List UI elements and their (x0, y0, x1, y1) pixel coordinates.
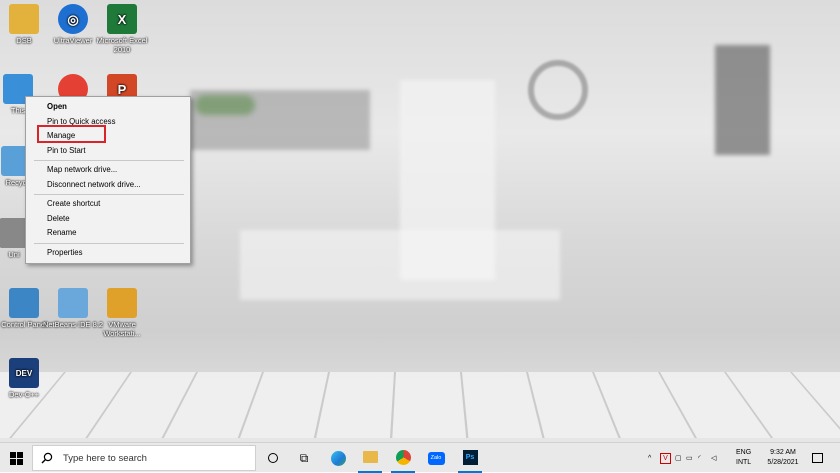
task-view-button[interactable]: ⧉ (293, 443, 315, 473)
tray-wifi[interactable]: ◜ (698, 443, 701, 473)
menu-separator (34, 242, 184, 244)
desktop-icon-label: Recyc (5, 178, 27, 187)
chrome-button[interactable] (391, 443, 415, 473)
desktop-icon-devcpp[interactable]: DEV Dev-C++ (0, 358, 56, 399)
tray-battery[interactable]: ▭ (686, 443, 693, 473)
menu-item-open[interactable]: Open (26, 100, 190, 115)
devcpp-icon: DEV (9, 358, 39, 388)
clock-time: 9:32 AM (770, 449, 796, 456)
task-view-icon: ⧉ (299, 450, 309, 465)
tray-chevron[interactable]: ^ (648, 443, 651, 473)
menu-item-map-network-drive[interactable]: Map network drive... (26, 163, 190, 178)
search-placeholder: Type here to search (63, 452, 147, 464)
menu-item-create-shortcut[interactable]: Create shortcut (26, 197, 190, 212)
control-panel-icon (9, 288, 39, 318)
chevron-up-icon: ^ (648, 454, 652, 462)
language-indicator[interactable]: ENG INTL (736, 443, 751, 473)
tray-volume[interactable]: ◁ (711, 443, 716, 473)
desktop-icon-label: Uni (8, 250, 20, 259)
desktop-icon-label: Control Panel (1, 320, 47, 329)
desktop-icon-label: VMware Workstati... (103, 320, 141, 338)
context-menu: Open Pin to Quick access Manage Pin to Star… (25, 96, 191, 264)
windows-icon (9, 451, 23, 465)
chrome-icon (395, 449, 411, 465)
manage-highlight-box (37, 125, 106, 143)
folder-icon (362, 451, 378, 463)
wifi-icon: ◜ (698, 455, 701, 462)
edge-icon (330, 450, 346, 466)
photoshop-button[interactable]: Ps (458, 443, 482, 473)
notifications-button[interactable] (812, 443, 823, 473)
desktop-icon-label: This (10, 106, 26, 115)
cortana-button[interactable] (262, 443, 284, 473)
clock-date: 5/28/2021 (767, 459, 799, 466)
file-explorer-button[interactable] (358, 443, 382, 473)
floor (0, 372, 840, 439)
menu-separator (34, 194, 184, 195)
tray-v-app[interactable]: V (660, 443, 671, 473)
zalo-icon: Zalo (427, 451, 445, 465)
zalo-button[interactable]: Zalo (424, 443, 448, 473)
start-button[interactable] (0, 443, 32, 473)
lang-code: ENG (736, 449, 752, 456)
v-app-icon: V (660, 452, 671, 464)
desktop-icon-label: UltraViewer (53, 36, 93, 45)
menu-separator (34, 160, 184, 161)
desktop-icon-vmware[interactable]: VMware Workstati... (90, 288, 154, 338)
notification-icon (812, 453, 823, 463)
excel-icon: X (107, 4, 137, 34)
search-icon (41, 452, 53, 464)
battery-icon: ▭ (686, 455, 693, 462)
menu-item-rename[interactable]: Rename (26, 226, 190, 241)
desktop-icon-label: DSB (16, 36, 32, 45)
layout-code: INTL (736, 459, 752, 466)
menu-item-properties[interactable]: Properties (26, 246, 190, 261)
vmware-icon (107, 288, 137, 318)
volume-icon: ◁ (711, 455, 717, 462)
menu-item-disconnect-network-drive[interactable]: Disconnect network drive... (26, 178, 190, 193)
desktop-icon-label: Microsoft Excel 2010 (96, 36, 148, 54)
desktop-icon-label: Dev-C++ (8, 390, 39, 399)
cortana-icon (268, 453, 278, 463)
menu-item-delete[interactable]: Delete (26, 212, 190, 227)
device-icon: ▢ (675, 455, 682, 462)
photoshop-icon: Ps (462, 449, 478, 465)
desktop-icon-excel[interactable]: X Microsoft Excel 2010 (90, 4, 154, 54)
taskbar: Type here to search ⧉ Zalo Ps ^ V ▢ ▭ ◜ … (0, 442, 840, 473)
edge-button[interactable] (326, 443, 350, 473)
search-box[interactable]: Type here to search (32, 445, 256, 471)
clock[interactable]: 9:32 AM 5/28/2021 (762, 443, 804, 473)
tray-device[interactable]: ▢ (675, 443, 682, 473)
ultraviewer-icon: ◎ (58, 4, 88, 34)
folder-icon (9, 4, 39, 34)
menu-item-pin-to-start[interactable]: Pin to Start (26, 144, 190, 159)
netbeans-icon (58, 288, 88, 318)
